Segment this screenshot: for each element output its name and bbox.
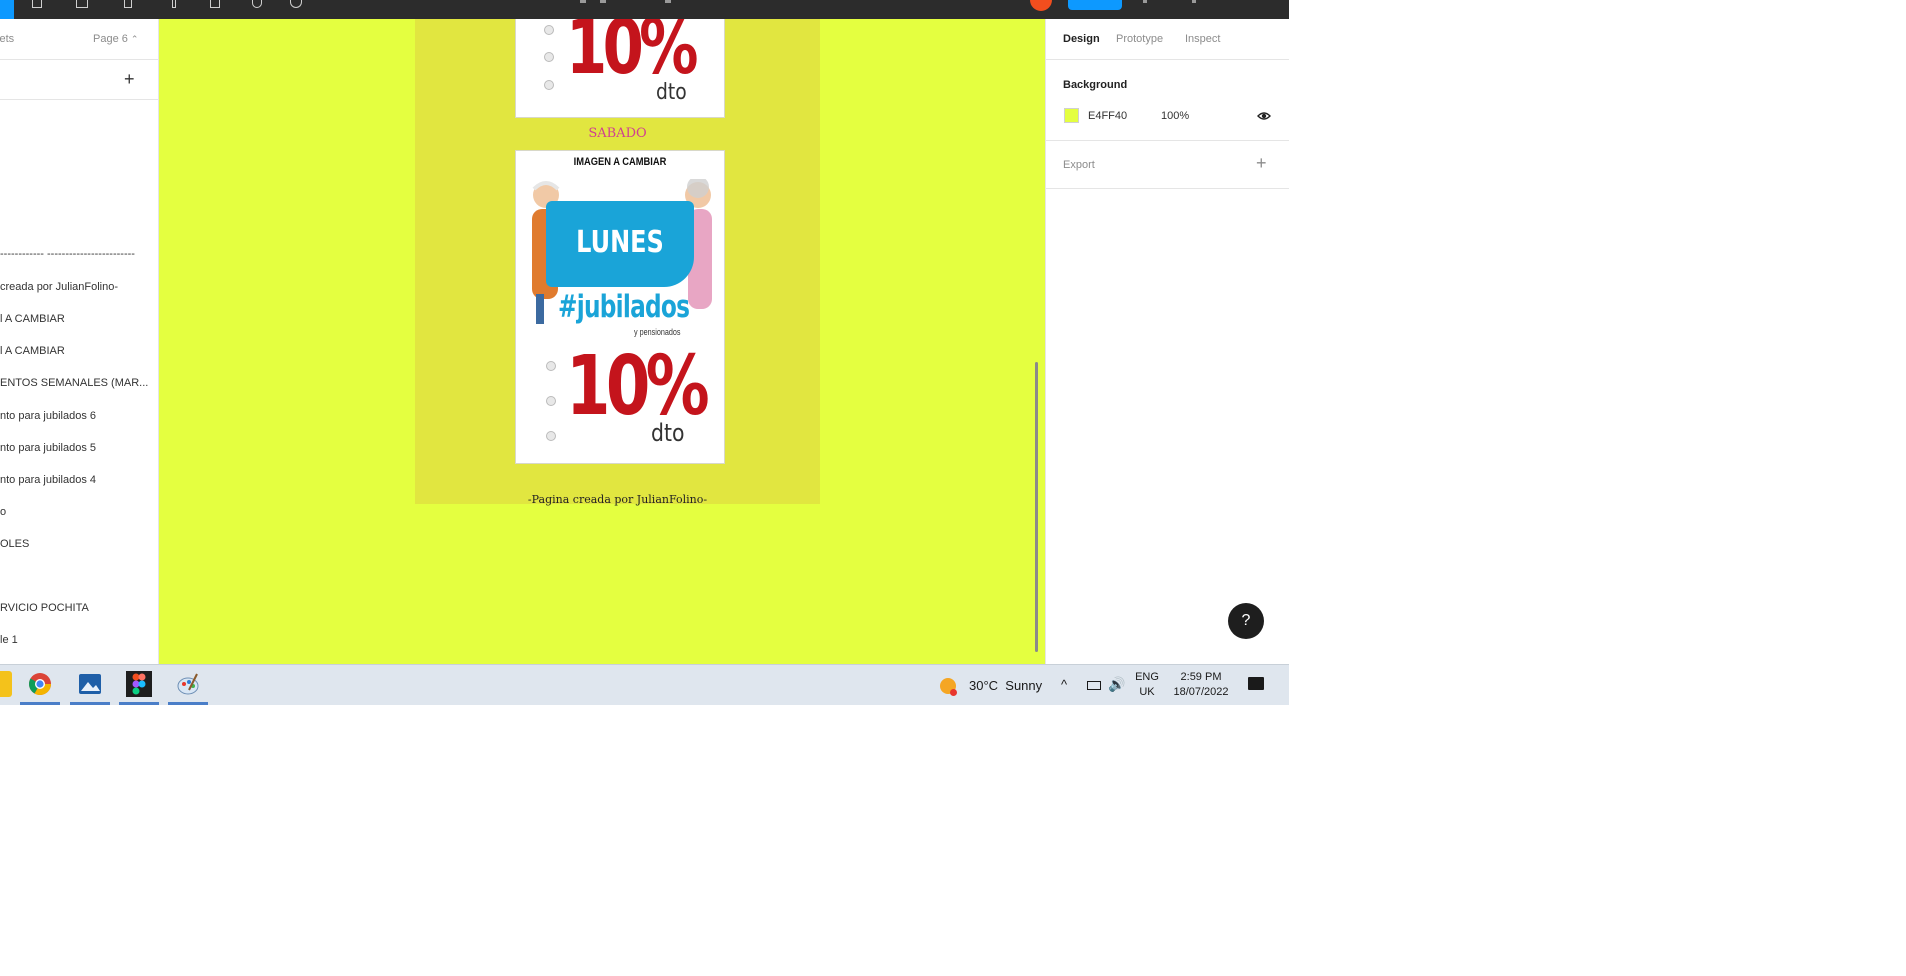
background-hex-input[interactable]: E4FF40 bbox=[1088, 110, 1127, 122]
discount-poster-top[interactable]: 10% dto bbox=[515, 19, 725, 118]
page-selector-label: Page 6 bbox=[93, 33, 128, 45]
layer-item[interactable]: nto para jubilados 6 bbox=[0, 406, 152, 426]
taskbar-active-indicator bbox=[168, 702, 208, 705]
binder-ring bbox=[544, 52, 554, 62]
windows-taskbar: 30°C Sunny ^ 🔊 ENG UK 2:59 PM 18/07/2022 bbox=[0, 664, 1289, 705]
panel-tabs: Design Prototype Inspect bbox=[1046, 19, 1289, 60]
pages-header: sets Page 6⌃ bbox=[0, 19, 158, 59]
figma-icon[interactable] bbox=[126, 671, 152, 697]
eye-icon[interactable] bbox=[1257, 109, 1271, 123]
add-export-button[interactable]: + bbox=[1256, 153, 1267, 173]
notification-icon[interactable] bbox=[1248, 677, 1264, 690]
poster-hashtag: #jubilados bbox=[558, 289, 690, 325]
chevron-up-icon: ⌃ bbox=[130, 34, 139, 44]
tab-design[interactable]: Design bbox=[1063, 33, 1100, 45]
binder-ring bbox=[546, 396, 556, 406]
weather-temperature: 30°C bbox=[969, 678, 999, 693]
poster-subtitle: y pensionados bbox=[634, 327, 681, 337]
binder-ring bbox=[544, 25, 554, 35]
properties-panel: Design Prototype Inspect Background E4FF… bbox=[1045, 19, 1289, 664]
discount-dto: dto bbox=[656, 80, 687, 105]
user-avatar[interactable] bbox=[1030, 0, 1052, 11]
background-title: Background bbox=[1063, 79, 1128, 91]
assets-tab[interactable]: sets bbox=[0, 33, 14, 45]
weather-widget[interactable]: 30°C Sunny bbox=[969, 678, 1042, 693]
taskbar-active-indicator bbox=[119, 702, 159, 705]
frame-tool-icon[interactable] bbox=[32, 0, 42, 8]
layer-item[interactable]: nto para jubilados 4 bbox=[0, 470, 152, 490]
banner-day: LUNES bbox=[576, 225, 664, 260]
volume-icon[interactable]: 🔊 bbox=[1108, 676, 1125, 693]
top-toolbar bbox=[0, 0, 1289, 19]
layer-item[interactable]: RVICIO POCHITA bbox=[0, 598, 152, 618]
layer-item[interactable]: l A CAMBIAR bbox=[0, 309, 152, 329]
day-label: SABADO bbox=[588, 126, 647, 141]
add-page-button[interactable]: + bbox=[124, 69, 135, 89]
layer-item[interactable] bbox=[0, 566, 152, 586]
chrome-icon[interactable] bbox=[27, 671, 53, 697]
layer-item[interactable]: ENTOS SEMANALES (MAR... bbox=[0, 373, 152, 393]
weather-alert-dot bbox=[950, 689, 957, 696]
export-section: Export + bbox=[1046, 141, 1289, 189]
binder-ring bbox=[546, 431, 556, 441]
resources-tool-icon[interactable] bbox=[210, 0, 220, 8]
taskbar-active-indicator bbox=[20, 702, 60, 705]
file-explorer-icon[interactable] bbox=[0, 671, 12, 697]
layer-item[interactable]: l A CAMBIAR bbox=[0, 341, 152, 361]
taskbar-active-indicator bbox=[70, 702, 110, 705]
help-button[interactable]: ? bbox=[1228, 603, 1264, 639]
background-section: Background E4FF40 100% bbox=[1046, 60, 1289, 141]
paint-icon[interactable] bbox=[175, 671, 201, 697]
pages-section: + bbox=[0, 59, 158, 100]
keyboard-region: UK bbox=[1139, 686, 1155, 698]
page-frame[interactable]: 10% dto SABADO IMAGEN A CAMBIAR LUNES #j… bbox=[415, 19, 820, 506]
binder-ring bbox=[544, 80, 554, 90]
poster-banner: LUNES bbox=[546, 201, 694, 287]
share-button[interactable] bbox=[1068, 0, 1122, 10]
shape-tool-icon[interactable] bbox=[76, 0, 88, 8]
layer-item[interactable]: OLES bbox=[0, 534, 152, 554]
file-name-fragment[interactable] bbox=[600, 0, 606, 3]
canvas-scrollbar[interactable] bbox=[1035, 362, 1038, 652]
zoom-control[interactable] bbox=[1192, 0, 1196, 3]
main-menu-button[interactable] bbox=[0, 0, 14, 19]
system-clock[interactable]: 2:59 PM 18/07/2022 bbox=[1170, 670, 1232, 700]
pen-tool-icon[interactable] bbox=[124, 0, 132, 8]
chevron-up-icon[interactable]: ^ bbox=[1061, 677, 1067, 692]
layer-item[interactable]: le 1 bbox=[0, 630, 152, 650]
page-selector[interactable]: Page 6 ⌃ bbox=[93, 33, 138, 45]
discount-dto: dto bbox=[651, 419, 685, 447]
layer-item[interactable]: nto para jubilados 5 bbox=[0, 438, 152, 458]
comment-tool-icon[interactable] bbox=[290, 0, 302, 8]
layers-panel: sets Page 6⌃ + ------------ ------------… bbox=[0, 19, 159, 664]
binder-ring bbox=[546, 361, 556, 371]
clock-date: 18/07/2022 bbox=[1173, 686, 1229, 698]
text-tool-icon[interactable] bbox=[172, 0, 176, 8]
export-title: Export bbox=[1063, 159, 1095, 171]
hand-tool-icon[interactable] bbox=[252, 0, 262, 8]
figma-window: sets Page 6⌃ + ------------ ------------… bbox=[0, 0, 1289, 705]
discount-poster-main[interactable]: IMAGEN A CAMBIAR LUNES #jubilados y pens… bbox=[515, 150, 725, 464]
design-canvas[interactable]: 10% dto SABADO IMAGEN A CAMBIAR LUNES #j… bbox=[159, 19, 1045, 664]
language-indicator[interactable]: ENG UK bbox=[1134, 670, 1160, 700]
file-name-fragment[interactable] bbox=[665, 0, 671, 3]
file-name-fragment[interactable] bbox=[580, 0, 586, 3]
tab-prototype[interactable]: Prototype bbox=[1116, 33, 1163, 45]
tab-inspect[interactable]: Inspect bbox=[1185, 33, 1220, 45]
background-color-swatch[interactable] bbox=[1064, 108, 1079, 123]
background-opacity-input[interactable]: 100% bbox=[1161, 110, 1189, 122]
poster-caption: IMAGEN A CAMBIAR bbox=[573, 156, 667, 168]
photos-icon[interactable] bbox=[77, 671, 103, 697]
layer-item[interactable]: ------------ ------------------------ bbox=[0, 244, 152, 264]
weather-description: Sunny bbox=[1005, 678, 1043, 693]
battery-icon[interactable] bbox=[1087, 681, 1101, 690]
page-credit: -Pagina creada por JulianFolino- bbox=[527, 493, 708, 506]
layer-item[interactable]: creada por JulianFolino- bbox=[0, 277, 152, 297]
layer-item[interactable]: o bbox=[0, 502, 152, 522]
clock-time: 2:59 PM bbox=[1180, 671, 1222, 683]
present-icon[interactable] bbox=[1143, 0, 1147, 3]
language-code: ENG bbox=[1135, 671, 1159, 683]
